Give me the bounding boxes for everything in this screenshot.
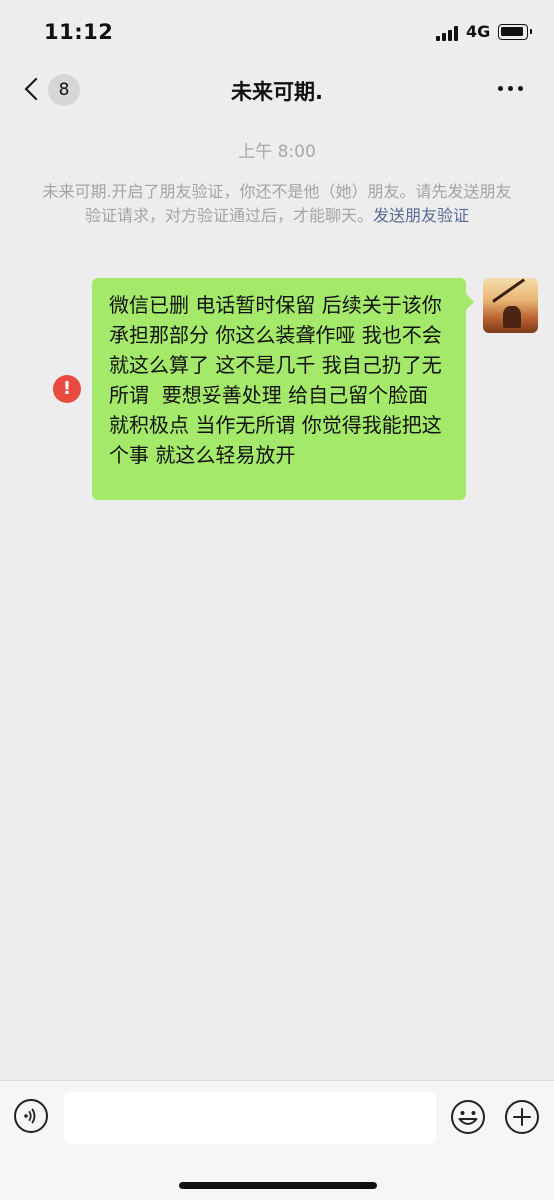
more-dot-icon <box>508 86 513 91</box>
network-type: 4G <box>466 22 491 41</box>
message-input[interactable] <box>64 1092 436 1144</box>
more-dot-icon <box>498 86 503 91</box>
status-time: 11:12 <box>44 20 114 44</box>
system-notice: 未来可期.开启了朋友验证，你还不是他（她）朋友。请先发送朋友验证请求，对方验证通… <box>42 180 512 228</box>
nav-bar: 8 未来可期. <box>0 62 554 118</box>
status-bar: 11:12 4G <box>0 0 554 62</box>
avatar-pole-shape <box>492 278 525 303</box>
emoji-button[interactable] <box>450 1099 486 1135</box>
voice-icon <box>24 1108 36 1124</box>
message-bubble[interactable]: 微信已删 电话暂时保留 后续关于该你承担那部分 你这么装聋作哑 我也不会就这么算… <box>92 278 466 500</box>
plus-icon <box>505 1100 539 1134</box>
avatar-figure-shape <box>503 306 521 328</box>
more-options-button[interactable] <box>498 86 524 92</box>
emoji-icon <box>451 1100 485 1134</box>
more-dot-icon <box>518 86 523 91</box>
bubble-tail <box>466 294 474 310</box>
message-timestamp: 上午 8:00 <box>238 142 316 162</box>
send-friend-request-link[interactable]: 发送朋友验证 <box>373 206 469 225</box>
my-avatar[interactable] <box>483 278 538 333</box>
home-indicator[interactable] <box>179 1182 377 1189</box>
battery-icon <box>498 24 532 40</box>
more-functions-button[interactable] <box>504 1099 540 1135</box>
send-failed-icon[interactable]: ! <box>53 375 81 403</box>
chat-title: 未来可期. <box>231 80 323 104</box>
signal-icon <box>436 26 462 41</box>
voice-input-button[interactable] <box>14 1099 48 1133</box>
